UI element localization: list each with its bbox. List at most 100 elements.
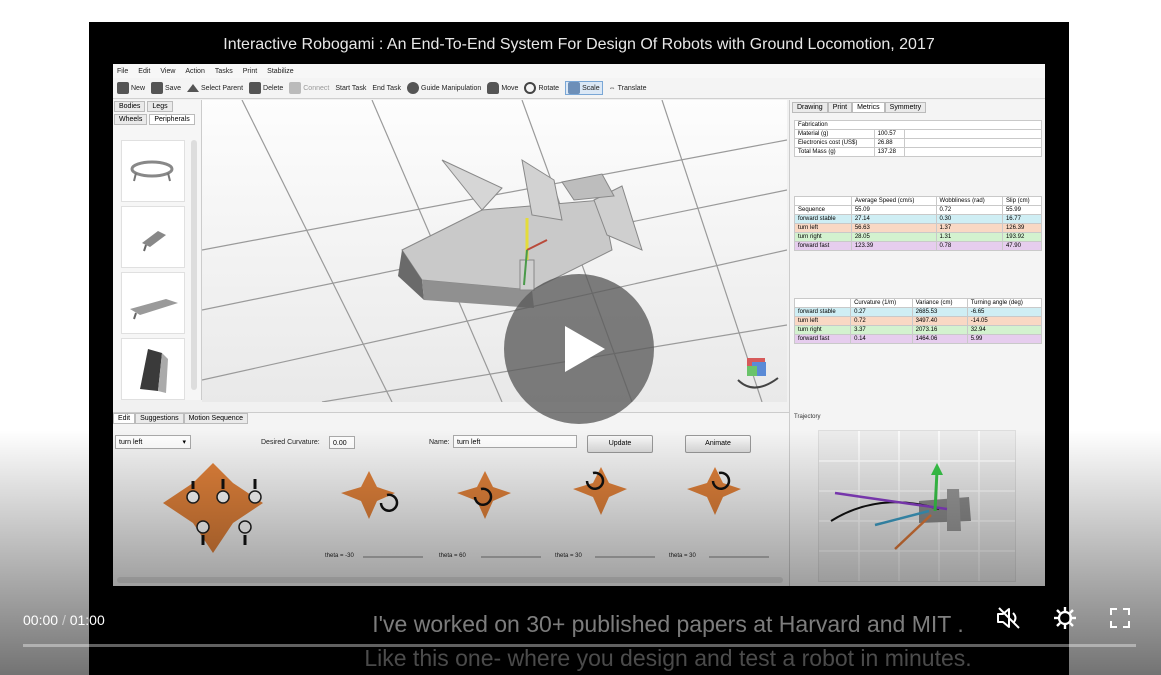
column-header <box>794 196 852 206</box>
ring-part-icon <box>130 160 174 182</box>
table-cell: 32.94 <box>966 325 1043 335</box>
tab-legs: Legs <box>147 101 173 112</box>
table-cell: 0.14 <box>850 334 913 344</box>
tab-edit: Edit <box>113 413 136 424</box>
table-cell: forward stable <box>794 214 852 224</box>
table-cell: 1.31 <box>935 232 1003 242</box>
leg-pose-icon <box>687 467 741 515</box>
table-cell: 27.14 <box>850 214 937 224</box>
table-row: turn right 3.37 2073.16 32.94 <box>793 325 1043 335</box>
tool-connect: Connect <box>289 82 329 94</box>
select-parent-icon <box>186 84 199 92</box>
desired-curvature-field: 0.00 <box>329 436 355 449</box>
hand-icon <box>487 82 500 94</box>
rotate-icon <box>524 82 537 94</box>
table-cell: forward stable <box>793 307 852 317</box>
column-header: Variance (cm) <box>911 298 968 308</box>
mute-button[interactable] <box>995 604 1023 632</box>
table-row: turn left 0.72 3497.40 -14.05 <box>793 316 1043 326</box>
menu-view: View <box>160 67 176 75</box>
panel-part-icon <box>140 349 168 393</box>
table-row: forward stable 0.27 2685.53 -6.65 <box>793 307 1043 317</box>
time-separator: / <box>61 612 66 628</box>
update-button: Update <box>587 435 653 453</box>
name-field: turn left <box>453 435 577 448</box>
scale-icon <box>568 82 581 94</box>
robot-topview-icon <box>163 463 263 553</box>
tool-move: Move <box>487 82 518 94</box>
guide-icon <box>407 82 419 94</box>
column-header: Turning angle (deg) <box>966 298 1043 308</box>
table-cell: -6.65 <box>966 307 1043 317</box>
gait-select-value: turn left <box>119 439 143 446</box>
table-cell: 3497.40 <box>911 316 968 326</box>
settings-button[interactable] <box>1051 604 1079 632</box>
table-cell: 0.27 <box>850 307 913 317</box>
gait-select: turn left ▾ <box>115 435 191 449</box>
theta-slider <box>709 556 769 558</box>
tool-scale: Scale <box>565 81 603 95</box>
chevron-down-icon: ▾ <box>182 439 186 446</box>
column-header <box>793 298 852 308</box>
leg-pose-icon <box>573 467 627 515</box>
table-cell: Material (g) <box>794 129 875 139</box>
tool-label: Guide Manipulation <box>421 84 482 92</box>
tool-end-task: End Task <box>372 85 401 92</box>
trajectory-label: Trajectory <box>794 414 821 420</box>
video-captions: I've worked on 30+ published papers at H… <box>178 607 1069 675</box>
tab-print: Print <box>827 102 853 113</box>
video-player[interactable]: Interactive Robogami : An End-To-End Sys… <box>0 0 1161 675</box>
robot-3d-render <box>202 100 787 402</box>
app-menubar: File Edit View Action Tasks Print Stabil… <box>113 64 1045 78</box>
table-cell <box>904 129 1042 139</box>
menu-action: Action <box>185 67 205 75</box>
table-cell: 0.30 <box>935 214 1003 224</box>
column-header: Wobbliness (rad) <box>935 196 1003 206</box>
theta-slider <box>481 556 541 558</box>
table-row: forward fast 0.14 1464.06 5.99 <box>793 334 1043 344</box>
part-thumbnail <box>121 140 185 202</box>
column-header: Average Speed (cm/s) <box>850 196 937 206</box>
tool-rotate: Rotate <box>524 82 559 94</box>
fullscreen-icon <box>1110 608 1130 628</box>
table-cell: 1.37 <box>935 223 1003 233</box>
animate-button: Animate <box>685 435 751 453</box>
tab-bodies: Bodies <box>114 101 146 112</box>
table-cell: 16.77 <box>1001 214 1043 224</box>
tool-new: New <box>117 82 145 94</box>
tool-label: Rotate <box>538 84 560 92</box>
curvature-table: Curvature (1/m) Variance (cm) Turning angl… <box>793 298 1043 344</box>
name-label: Name: <box>429 439 450 446</box>
column-header: Slip (cm) <box>1001 196 1043 206</box>
menu-stabilize: Stabilize <box>267 67 294 75</box>
play-button[interactable] <box>504 274 654 424</box>
parts-scrollbar <box>191 140 197 390</box>
theta-label: theta = 30 <box>555 553 582 559</box>
fullscreen-button[interactable] <box>1106 604 1134 632</box>
tool-label: Start Task <box>335 84 367 92</box>
table-cell: 126.39 <box>1001 223 1043 233</box>
tool-label: New <box>131 84 146 92</box>
menu-file: File <box>117 67 129 75</box>
time-current: 00:00 <box>23 612 59 628</box>
tool-start-task: Start Task <box>335 85 366 92</box>
time-total: 01:00 <box>69 612 105 628</box>
tool-label: Translate <box>617 84 647 92</box>
volume-muted-icon <box>997 607 1020 629</box>
parts-panel: Bodies Legs Wheels Peripherals <box>113 100 202 400</box>
leg-pose-icon <box>457 471 511 519</box>
table-cell: -14.05 <box>966 316 1043 326</box>
theta-label: theta = -30 <box>325 553 354 559</box>
metrics-panel: Drawing Print Metrics Symmetry Fabricati… <box>789 100 1045 586</box>
tool-label: End Task <box>372 84 401 92</box>
table-row: Sequence 55.09 0.72 55.99 <box>794 205 1043 215</box>
play-icon <box>565 326 605 372</box>
table-cell: 47.90 <box>1001 241 1043 251</box>
column-header: Curvature (1/m) <box>850 298 913 308</box>
table-cell: 26.88 <box>873 138 906 148</box>
table-row: Total Mass (g) 137.28 <box>794 147 1042 157</box>
table-cell: 3.37 <box>850 325 913 335</box>
translate-icon: ⇔ <box>608 84 616 92</box>
progress-bar[interactable] <box>23 644 1136 647</box>
connect-icon <box>289 82 302 94</box>
